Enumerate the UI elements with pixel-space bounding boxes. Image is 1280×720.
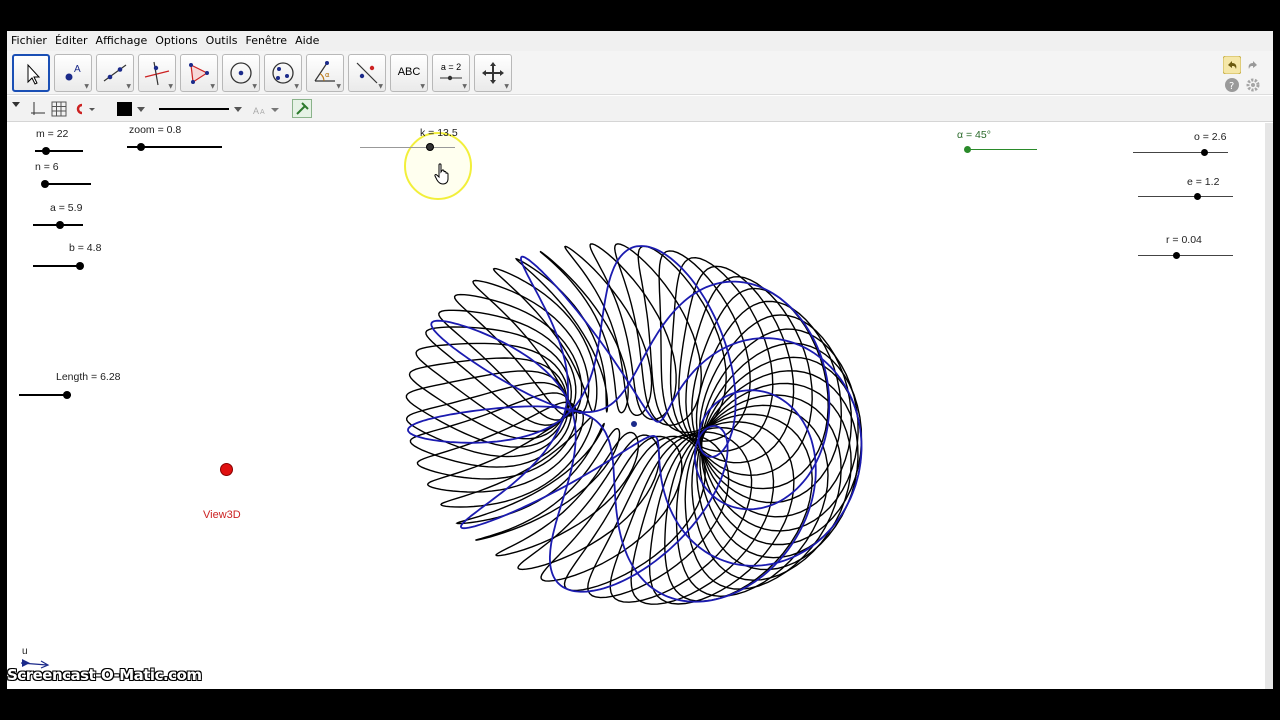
redo-icon[interactable] <box>1245 57 1261 73</box>
slider-r-label: r = 0.04 <box>1166 234 1202 246</box>
geogebra-window: Fichier Éditer Affichage Options Outils Fenêt… <box>7 31 1273 689</box>
slider-k-track[interactable] <box>360 147 455 148</box>
slider-m-knob[interactable] <box>42 147 50 155</box>
vertical-scrollbar[interactable] <box>1265 123 1273 689</box>
menu-options[interactable]: Options <box>151 31 201 47</box>
toggle-stylebar-icon[interactable] <box>11 100 21 110</box>
help-icon[interactable]: ? <box>1224 77 1240 93</box>
slider-k-knob[interactable] <box>426 143 434 151</box>
slider-o-track[interactable] <box>1133 152 1228 153</box>
menu-editer[interactable]: Éditer <box>51 31 92 47</box>
graphics-view[interactable]: m = 22 zoom = 0.8 k = 13.5 α = 45° o = 2… <box>7 123 1273 689</box>
torus-meridian-ring <box>564 245 653 416</box>
svg-text:A: A <box>253 106 259 116</box>
slider-tool[interactable]: a = 2 ▼ <box>432 54 470 92</box>
slider-e-label: e = 1.2 <box>1187 176 1220 188</box>
slider-n-knob[interactable] <box>41 180 49 188</box>
reflect-tool[interactable]: ▼ <box>348 54 386 92</box>
circle-center-icon <box>230 62 252 84</box>
undo-icon[interactable] <box>1223 56 1241 74</box>
move-graphics-icon <box>482 62 504 84</box>
slider-zoom-knob[interactable] <box>137 143 145 151</box>
axes-icon[interactable] <box>30 101 46 117</box>
style-bar: AA <box>7 96 1273 122</box>
menu-aide[interactable]: Aide <box>291 31 323 47</box>
point-tool[interactable]: A ▼ <box>54 54 92 92</box>
slider-o-label: o = 2.6 <box>1194 131 1227 143</box>
perpendicular-tool[interactable]: ▼ <box>138 54 176 92</box>
grid-icon[interactable] <box>51 101 67 117</box>
slider-alpha-label: α = 45° <box>957 129 991 141</box>
slider-b-knob[interactable] <box>76 262 84 270</box>
slider-zoom-label: zoom = 0.8 <box>129 124 182 136</box>
conic-icon <box>272 62 294 84</box>
point-icon: A <box>65 64 81 81</box>
line-icon <box>103 64 127 82</box>
slider-length-knob[interactable] <box>63 391 71 399</box>
svg-text:A: A <box>260 109 265 116</box>
perpendicular-icon <box>144 61 170 86</box>
slider-icon <box>440 75 462 81</box>
slider-a-knob[interactable] <box>56 221 64 229</box>
text-tool[interactable]: ABC ▼ <box>390 54 428 92</box>
pin-button[interactable] <box>292 99 312 118</box>
color-swatch[interactable] <box>117 102 132 116</box>
slider-n-track[interactable] <box>42 183 91 185</box>
menu-outils[interactable]: Outils <box>202 31 242 47</box>
slider-length-label: Length = 6.28 <box>56 371 121 383</box>
torus-meridian-ring <box>440 416 594 508</box>
slider-o-knob[interactable] <box>1201 149 1208 156</box>
text-tool-label: ABC <box>397 66 421 78</box>
undo-redo-group: ? <box>1223 54 1263 94</box>
slider-b-label: b = 4.8 <box>69 242 102 254</box>
svg-text:A: A <box>74 64 81 75</box>
move-view-tool[interactable]: ▼ <box>474 54 512 92</box>
settings-gear-icon[interactable] <box>1245 77 1261 93</box>
circle-tool[interactable]: ▼ <box>222 54 260 92</box>
label-style-icon[interactable]: AA <box>252 103 282 117</box>
slider-a-label: a = 5.9 <box>50 202 83 214</box>
line-tool[interactable]: ▼ <box>96 54 134 92</box>
color-dropdown-icon[interactable] <box>136 105 146 115</box>
ellipse-tool[interactable]: ▼ <box>264 54 302 92</box>
slider-k-label: k = 13.5 <box>420 127 458 139</box>
slider-e-knob[interactable] <box>1194 193 1201 200</box>
torus-meridian-ring <box>415 342 569 433</box>
slider-m-label: m = 22 <box>36 128 69 140</box>
line-style-preview[interactable] <box>159 108 229 110</box>
line-style-dropdown-icon[interactable] <box>233 105 243 115</box>
torus-center-point[interactable] <box>631 421 637 427</box>
axis-u-label: u <box>22 646 28 657</box>
hand-cursor-icon <box>434 163 449 185</box>
view3d-label: View3D <box>203 509 241 521</box>
slider-alpha-knob[interactable] <box>964 146 971 153</box>
menu-affichage[interactable]: Affichage <box>92 31 152 47</box>
watermark: Screencast-O-Matic.com <box>7 666 202 684</box>
menu-fenetre[interactable]: Fenêtre <box>241 31 291 47</box>
angle-tool[interactable]: α ▼ <box>306 54 344 92</box>
slider-alpha-track[interactable] <box>965 149 1037 150</box>
slider-r-knob[interactable] <box>1173 252 1180 259</box>
torus-winding-curve <box>407 245 817 603</box>
slider-r-track[interactable] <box>1138 255 1233 256</box>
view3d-point[interactable] <box>220 463 233 476</box>
point-capture-magnet-icon[interactable] <box>73 101 97 117</box>
toolbar: A ▼ ▼ ▼ ▼ ▼ ▼ α ▼ ▼ ABC ▼ a = 2 ▼ ▼ ? <box>7 51 1273 95</box>
arrow-cursor-icon <box>27 63 41 85</box>
torus-winding-curve <box>459 255 863 567</box>
angle-icon: α <box>314 61 335 82</box>
torus-meridian-ring <box>495 431 640 557</box>
slider-n-label: n = 6 <box>35 161 59 173</box>
torus-knot-drawing <box>405 243 863 605</box>
reflect-icon <box>356 62 378 84</box>
move-tool[interactable] <box>12 54 50 92</box>
menu-fichier[interactable]: Fichier <box>7 31 51 47</box>
svg-text:α: α <box>325 71 330 79</box>
menu-bar: Fichier Éditer Affichage Options Outils Fenêt… <box>7 31 1273 51</box>
polygon-tool[interactable]: ▼ <box>180 54 218 92</box>
slider-e-track[interactable] <box>1138 196 1233 197</box>
pin-icon <box>296 102 309 115</box>
svg-text:?: ? <box>1229 81 1234 92</box>
polygon-icon <box>189 63 209 84</box>
